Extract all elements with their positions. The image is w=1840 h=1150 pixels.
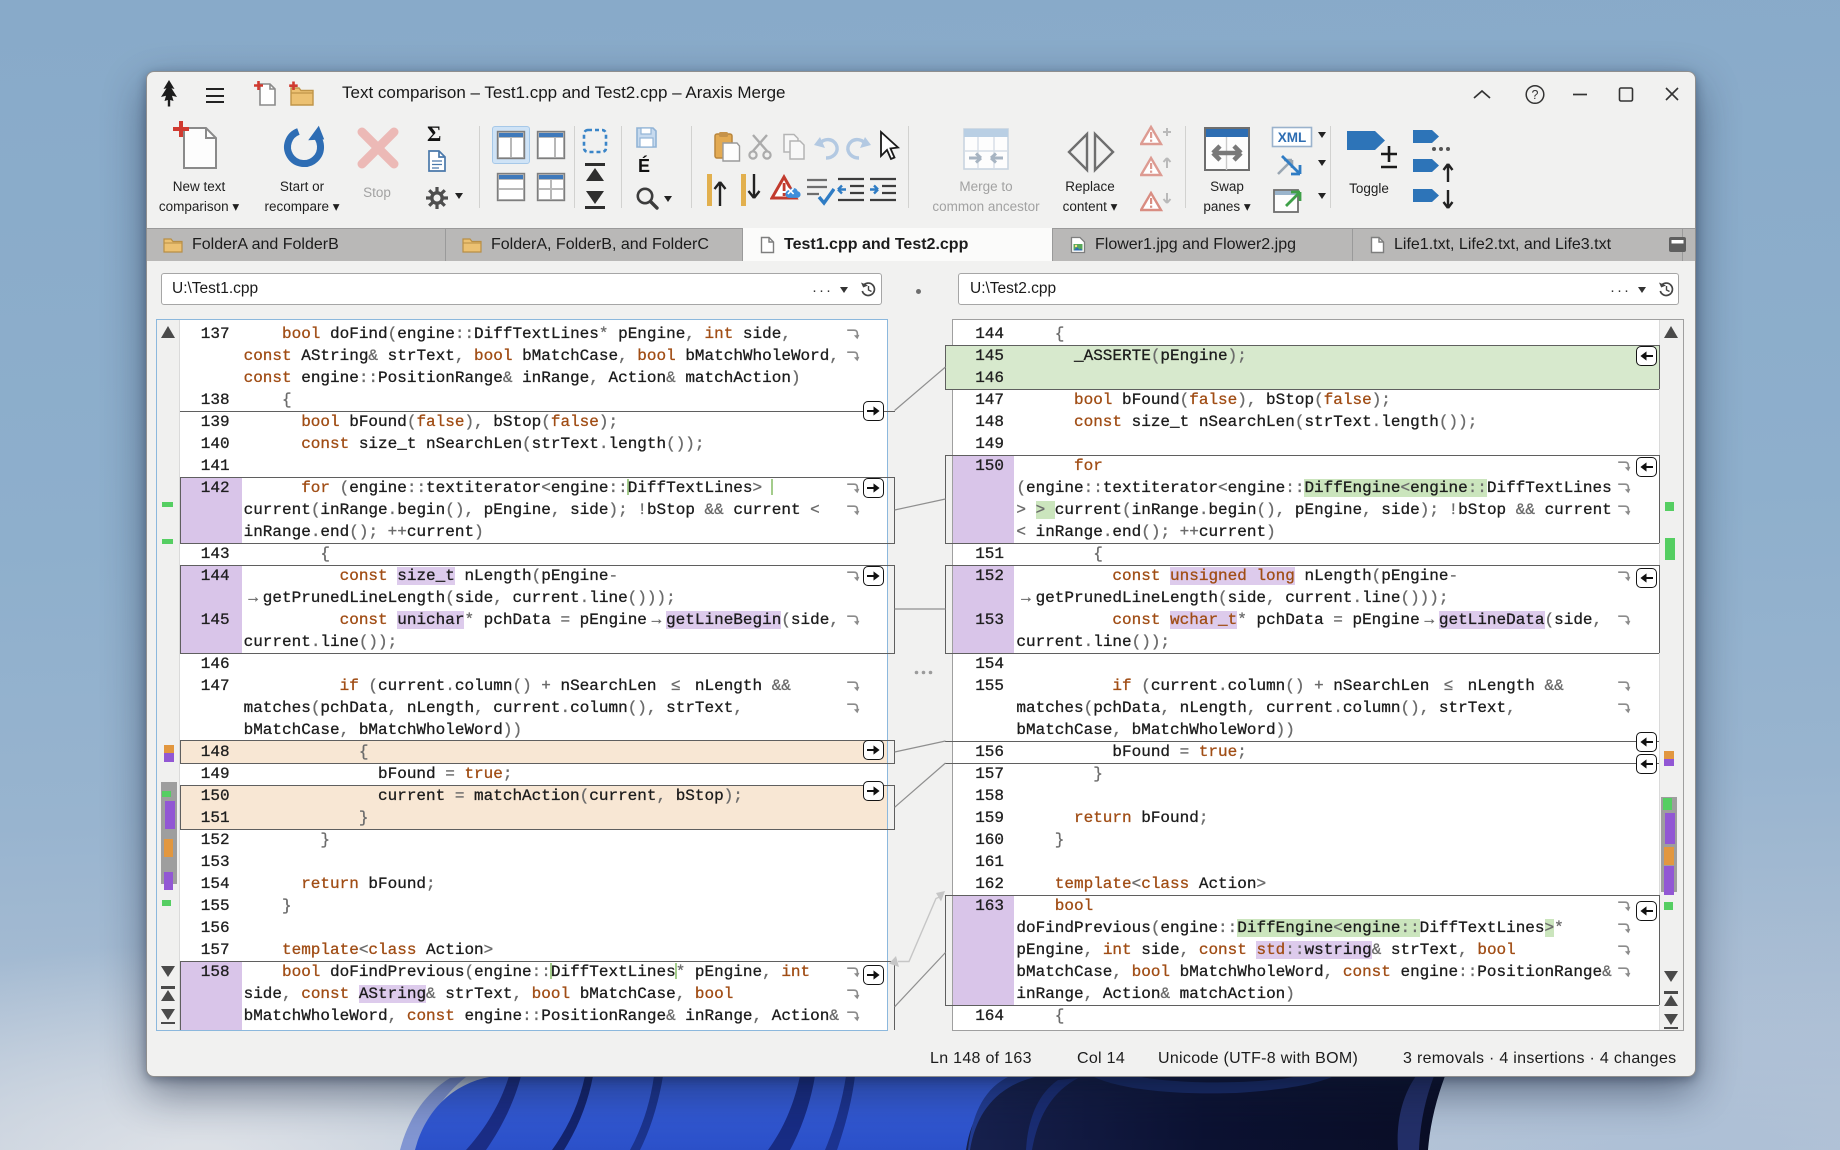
svg-text:?: ? [1532, 88, 1539, 102]
svg-text:XML: XML [1278, 130, 1307, 145]
